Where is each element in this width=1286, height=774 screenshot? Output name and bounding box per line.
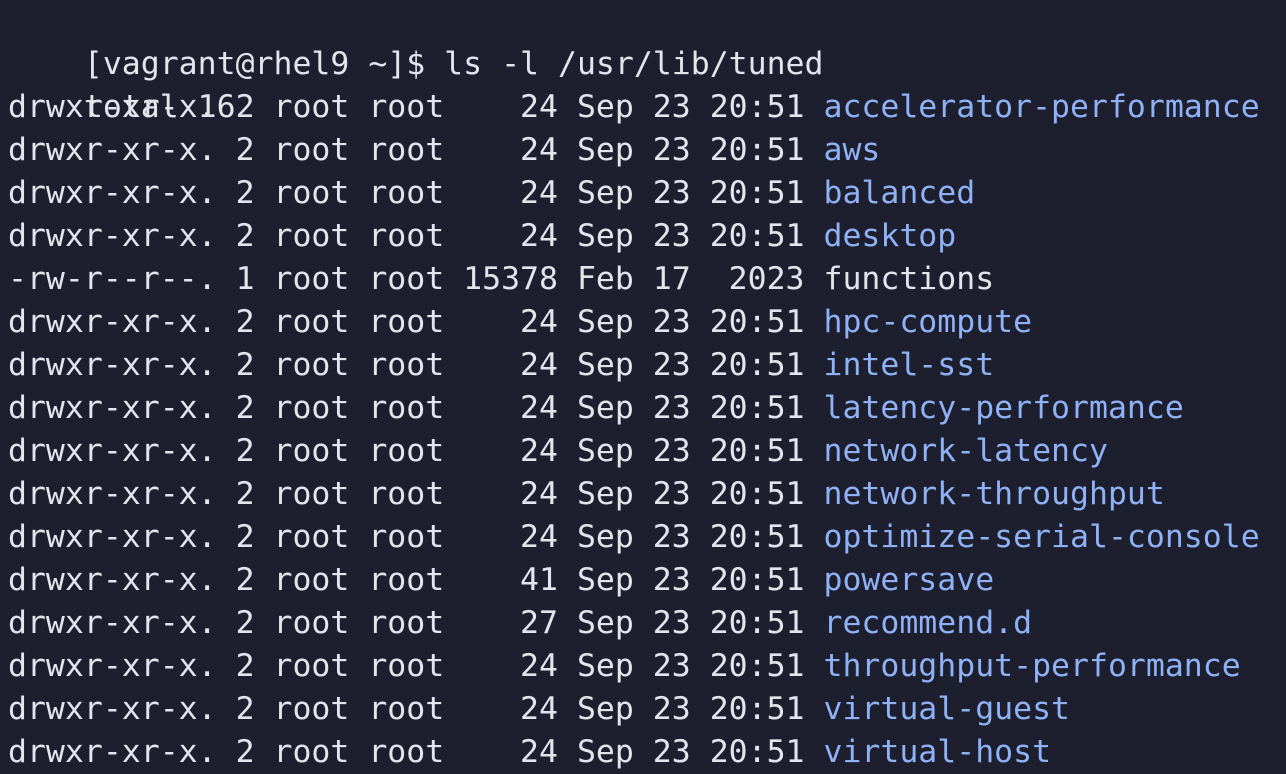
directory-name: virtual-guest — [823, 691, 1071, 727]
listing-row: drwxr-xr-x. 2 root root 24 Sep 23 20:51 … — [8, 516, 1286, 559]
directory-listing: drwxr-xr-x. 2 root root 24 Sep 23 20:51 … — [8, 86, 1286, 774]
directory-name: network-latency — [823, 433, 1108, 469]
listing-row: drwxr-xr-x. 2 root root 24 Sep 23 20:51 … — [8, 645, 1286, 688]
entry-metadata: drwxr-xr-x. 2 root root 24 Sep 23 20:51 — [8, 734, 824, 770]
entry-metadata: drwxr-xr-x. 2 root root 24 Sep 23 20:51 — [8, 390, 824, 426]
entry-metadata: drwxr-xr-x. 2 root root 24 Sep 23 20:51 — [8, 691, 824, 727]
entry-metadata: -rw-r--r--. 1 root root 15378 Feb 17 202… — [8, 261, 824, 297]
entry-metadata: drwxr-xr-x. 2 root root 24 Sep 23 20:51 — [8, 218, 824, 254]
listing-row: drwxr-xr-x. 2 root root 24 Sep 23 20:51 … — [8, 301, 1286, 344]
directory-name: network-throughput — [823, 476, 1165, 512]
listing-row: -rw-r--r--. 1 root root 15378 Feb 17 202… — [8, 258, 1286, 301]
entry-metadata: drwxr-xr-x. 2 root root 24 Sep 23 20:51 — [8, 304, 824, 340]
entry-metadata: drwxr-xr-x. 2 root root 24 Sep 23 20:51 — [8, 433, 824, 469]
entry-metadata: drwxr-xr-x. 2 root root 24 Sep 23 20:51 — [8, 89, 824, 125]
directory-name: throughput-performance — [823, 648, 1241, 684]
listing-row: drwxr-xr-x. 2 root root 24 Sep 23 20:51 … — [8, 172, 1286, 215]
entry-metadata: drwxr-xr-x. 2 root root 24 Sep 23 20:51 — [8, 175, 824, 211]
entry-metadata: drwxr-xr-x. 2 root root 24 Sep 23 20:51 — [8, 519, 824, 555]
listing-row: drwxr-xr-x. 2 root root 24 Sep 23 20:51 … — [8, 344, 1286, 387]
directory-name: hpc-compute — [823, 304, 1033, 340]
entry-metadata: drwxr-xr-x. 2 root root 41 Sep 23 20:51 — [8, 562, 824, 598]
terminal-window[interactable]: [vagrant@rhel9 ~]$ ls -l /usr/lib/tuned … — [0, 0, 1286, 774]
listing-row: drwxr-xr-x. 2 root root 41 Sep 23 20:51 … — [8, 559, 1286, 602]
listing-row: drwxr-xr-x. 2 root root 24 Sep 23 20:51 … — [8, 731, 1286, 774]
listing-row: drwxr-xr-x. 2 root root 24 Sep 23 20:51 … — [8, 473, 1286, 516]
file-name: functions — [823, 261, 995, 297]
listing-row: drwxr-xr-x. 2 root root 24 Sep 23 20:51 … — [8, 86, 1286, 129]
command-prompt: [vagrant@rhel9 ~]$ ls -l /usr/lib/tuned — [83, 46, 824, 82]
directory-name: powersave — [823, 562, 995, 598]
entry-metadata: drwxr-xr-x. 2 root root 24 Sep 23 20:51 — [8, 132, 824, 168]
directory-name: balanced — [823, 175, 976, 211]
directory-name: optimize-serial-console — [823, 519, 1260, 555]
entry-metadata: drwxr-xr-x. 2 root root 24 Sep 23 20:51 — [8, 648, 824, 684]
directory-name: latency-performance — [823, 390, 1184, 426]
entry-metadata: drwxr-xr-x. 2 root root 24 Sep 23 20:51 — [8, 476, 824, 512]
listing-row: drwxr-xr-x. 2 root root 24 Sep 23 20:51 … — [8, 215, 1286, 258]
entry-metadata: drwxr-xr-x. 2 root root 27 Sep 23 20:51 — [8, 605, 824, 641]
directory-name: virtual-host — [823, 734, 1052, 770]
listing-row: drwxr-xr-x. 2 root root 24 Sep 23 20:51 … — [8, 129, 1286, 172]
listing-row: drwxr-xr-x. 2 root root 24 Sep 23 20:51 … — [8, 387, 1286, 430]
directory-name: intel-sst — [823, 347, 995, 383]
listing-row: drwxr-xr-x. 2 root root 27 Sep 23 20:51 … — [8, 602, 1286, 645]
command-line: [vagrant@rhel9 ~]$ ls -l /usr/lib/tuned — [8, 0, 1286, 82]
directory-name: aws — [823, 132, 881, 168]
directory-name: desktop — [823, 218, 957, 254]
listing-row: drwxr-xr-x. 2 root root 24 Sep 23 20:51 … — [8, 430, 1286, 473]
directory-name: accelerator-performance — [823, 89, 1260, 125]
listing-row: drwxr-xr-x. 2 root root 24 Sep 23 20:51 … — [8, 688, 1286, 731]
entry-metadata: drwxr-xr-x. 2 root root 24 Sep 23 20:51 — [8, 347, 824, 383]
directory-name: recommend.d — [823, 605, 1033, 641]
